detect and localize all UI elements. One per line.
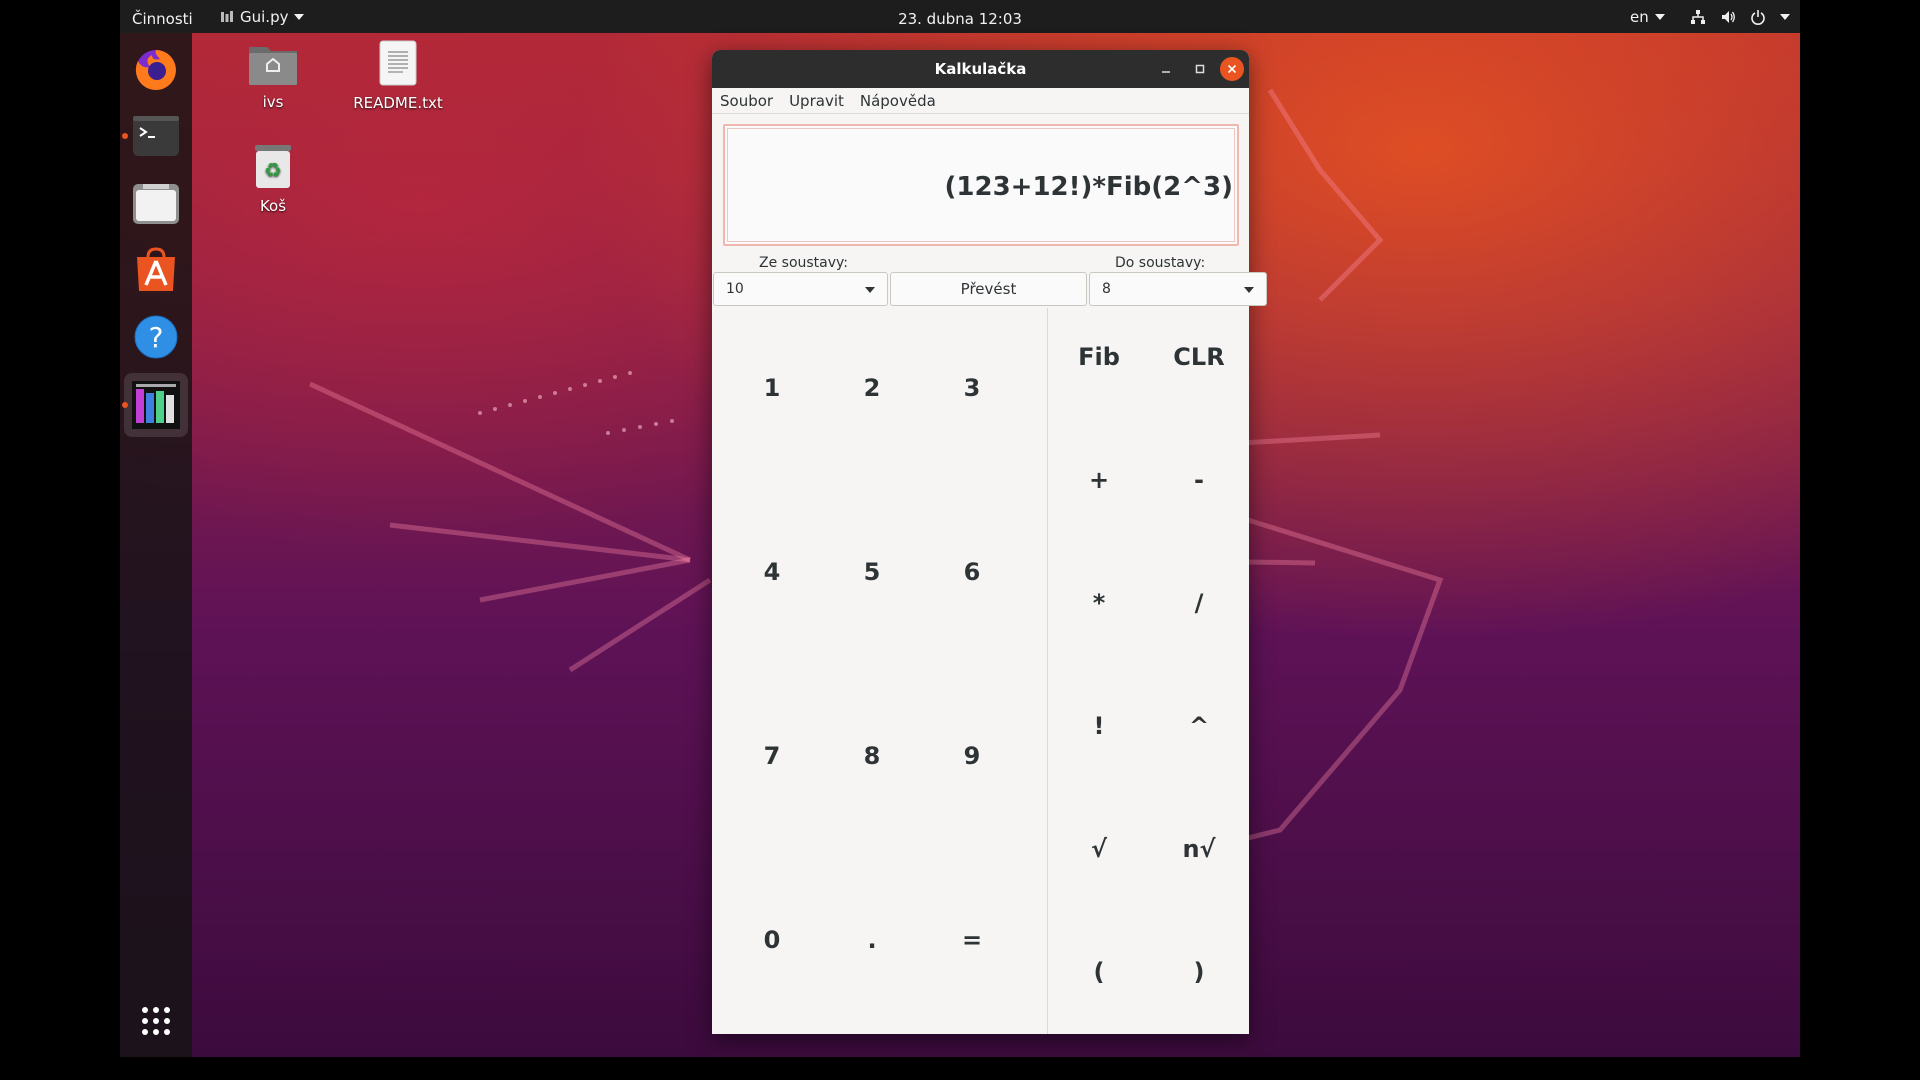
number-pad: 1 2 3 4 5 6 7 8 9 0 . = (712, 308, 1048, 1034)
show-applications-button[interactable] (124, 989, 188, 1053)
dock-item-software[interactable] (124, 238, 188, 302)
key-3[interactable]: 3 (922, 358, 1022, 418)
convert-button[interactable]: Převést (890, 272, 1087, 306)
clock-container: 23. dubna 12:03 (120, 0, 1800, 33)
key-8[interactable]: 8 (822, 726, 922, 786)
close-icon (1227, 64, 1237, 74)
power-icon (1751, 9, 1765, 25)
key-1[interactable]: 1 (722, 358, 822, 418)
activities-button[interactable]: Činnosti (132, 0, 193, 33)
menu-edit[interactable]: Upravit (789, 92, 844, 110)
desktop-icon-label: ivs (262, 93, 284, 111)
chevron-down-icon (1654, 13, 1665, 20)
key-sqrt[interactable]: √ (1049, 819, 1149, 879)
to-base-value: 8 (1102, 281, 1111, 297)
key-clear[interactable]: CLR (1149, 327, 1249, 387)
key-decimal[interactable]: . (822, 910, 922, 970)
firefox-icon (135, 50, 176, 90)
dock-item-help[interactable]: ? (124, 305, 188, 369)
network-icon (1691, 9, 1705, 24)
key-2[interactable]: 2 (822, 358, 922, 418)
dock-item-image-viewer[interactable] (122, 373, 188, 437)
key-divide[interactable]: / (1149, 573, 1249, 633)
system-status-menu[interactable] (1690, 0, 1790, 33)
menu-help[interactable]: Nápověda (860, 92, 936, 110)
svg-text:?: ? (149, 321, 164, 354)
expression-display[interactable]: (123+12!)*Fib(2^3) (723, 124, 1239, 246)
desktop-icon-trash[interactable]: ♻ Koš (218, 143, 328, 215)
desktop-icon-label: README.txt (353, 94, 443, 112)
svg-text:♻: ♻ (264, 158, 282, 182)
terminal-icon (133, 116, 179, 156)
key-multiply[interactable]: * (1049, 573, 1149, 633)
app-grid-icon (142, 1007, 170, 1035)
files-icon (133, 184, 179, 224)
language-selector[interactable]: en (1630, 0, 1665, 33)
top-panel: Činnosti Gui.py 23. dubna 12:03 en (120, 0, 1800, 33)
key-fib[interactable]: Fib (1049, 327, 1149, 387)
image-viewer-icon (132, 381, 180, 429)
chevron-down-icon (1244, 287, 1254, 293)
key-5[interactable]: 5 (822, 542, 922, 602)
trash-icon: ♻ (255, 145, 291, 188)
language-label: en (1630, 7, 1649, 26)
running-indicator (122, 402, 128, 408)
app-menu[interactable]: Gui.py (220, 0, 305, 33)
chevron-down-icon (865, 287, 875, 293)
chevron-down-icon (294, 13, 305, 20)
to-base-label: Do soustavy: (1115, 255, 1206, 271)
minimize-icon (1162, 71, 1170, 73)
key-minus[interactable]: - (1149, 450, 1249, 510)
desktop-icon-home[interactable]: ivs (218, 43, 328, 111)
key-plus[interactable]: + (1049, 450, 1149, 510)
key-close-paren[interactable]: ) (1149, 942, 1249, 1002)
desktop: Činnosti Gui.py 23. dubna 12:03 en ? ivs… (120, 0, 1800, 1057)
from-base-value: 10 (726, 281, 744, 297)
running-indicator (122, 133, 128, 139)
from-base-select[interactable]: 10 (713, 272, 888, 306)
software-center-icon (137, 247, 175, 291)
dock-item-files[interactable] (124, 171, 188, 235)
key-4[interactable]: 4 (722, 542, 822, 602)
key-nth-root[interactable]: n√ (1149, 819, 1249, 879)
operator-pad: Fib CLR + - * / ! ^ √ n√ ( ) (1049, 308, 1249, 1034)
dock-item-firefox[interactable] (124, 37, 188, 101)
menu-bar: Soubor Upravit Nápověda (712, 88, 1249, 114)
expression-text: (123+12!)*Fib(2^3) (944, 172, 1233, 202)
text-file-icon (379, 40, 417, 86)
title-bar[interactable]: Kalkulačka (712, 50, 1249, 88)
desktop-icon-readme[interactable]: README.txt (343, 40, 453, 112)
help-icon: ? (134, 315, 178, 359)
key-power[interactable]: ^ (1149, 696, 1249, 756)
keypad: 1 2 3 4 5 6 7 8 9 0 . = Fib CLR + - * / … (712, 308, 1249, 1034)
maximize-icon (1195, 64, 1205, 74)
minimize-button[interactable] (1154, 57, 1178, 81)
app-menu-icon (221, 10, 233, 22)
calculator-window: Kalkulačka Soubor Upravit Nápověda (123+… (712, 50, 1267, 1034)
desktop-icon-label: Koš (259, 197, 287, 215)
clock[interactable]: 23. dubna 12:03 (898, 10, 1022, 28)
key-9[interactable]: 9 (922, 726, 1022, 786)
dock: ? (120, 33, 192, 1057)
close-button[interactable] (1220, 57, 1244, 81)
key-7[interactable]: 7 (722, 726, 822, 786)
to-base-select[interactable]: 8 (1089, 272, 1267, 306)
dock-item-terminal[interactable] (122, 104, 188, 168)
key-0[interactable]: 0 (722, 910, 822, 970)
home-folder-icon (249, 47, 297, 85)
key-open-paren[interactable]: ( (1049, 942, 1149, 1002)
volume-icon (1722, 10, 1735, 23)
chevron-down-icon (1780, 13, 1790, 20)
key-6[interactable]: 6 (922, 542, 1022, 602)
maximize-button[interactable] (1188, 57, 1212, 81)
key-factorial[interactable]: ! (1049, 696, 1149, 756)
from-base-label: Ze soustavy: (759, 255, 849, 271)
key-equals[interactable]: = (922, 910, 1022, 970)
menu-file[interactable]: Soubor (720, 92, 773, 110)
app-menu-label: Gui.py (240, 7, 289, 26)
